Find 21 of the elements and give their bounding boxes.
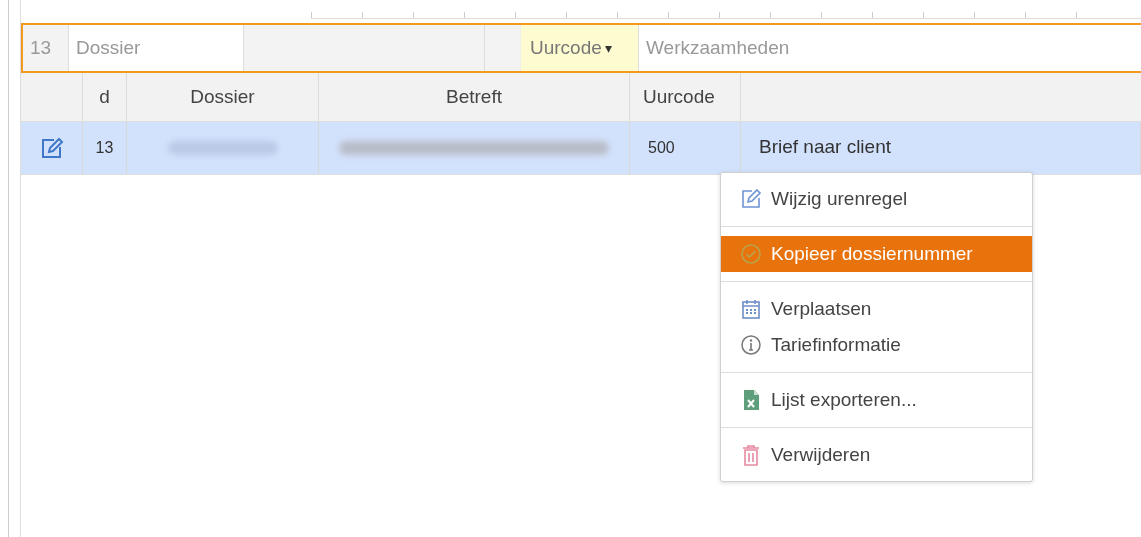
column-header[interactable]: d [83, 73, 127, 121]
uurcode-dropdown[interactable]: Uurcode▾ [520, 25, 638, 71]
menu-item[interactable]: Wijzig urenregel [721, 181, 1032, 217]
menu-item[interactable]: Verplaatsen [721, 291, 1032, 327]
table-cell: 13 [83, 122, 127, 174]
edit-icon [740, 188, 762, 210]
table-row[interactable]: 13 500 Brief naar client [21, 122, 1141, 175]
column-header[interactable]: Betreft [319, 73, 630, 121]
edit-icon[interactable] [39, 137, 64, 159]
menu-item[interactable]: Lijst exporteren... [721, 382, 1032, 418]
menu-item[interactable]: Verwijderen [721, 437, 1032, 473]
column-header[interactable]: Uurcode [630, 73, 741, 121]
menu-item[interactable]: Tariefinformatie [721, 327, 1032, 363]
werkzaamheden-filter-field[interactable]: Werkzaamheden [638, 25, 1141, 71]
check-circle-icon [740, 243, 762, 265]
calendar-icon [740, 298, 762, 320]
info-icon [740, 334, 762, 356]
row-count: 13 [29, 36, 53, 60]
dossier-filter-field[interactable]: Dossier [68, 25, 243, 71]
trash-icon [740, 444, 762, 466]
column-header[interactable]: Dossier [127, 73, 319, 121]
